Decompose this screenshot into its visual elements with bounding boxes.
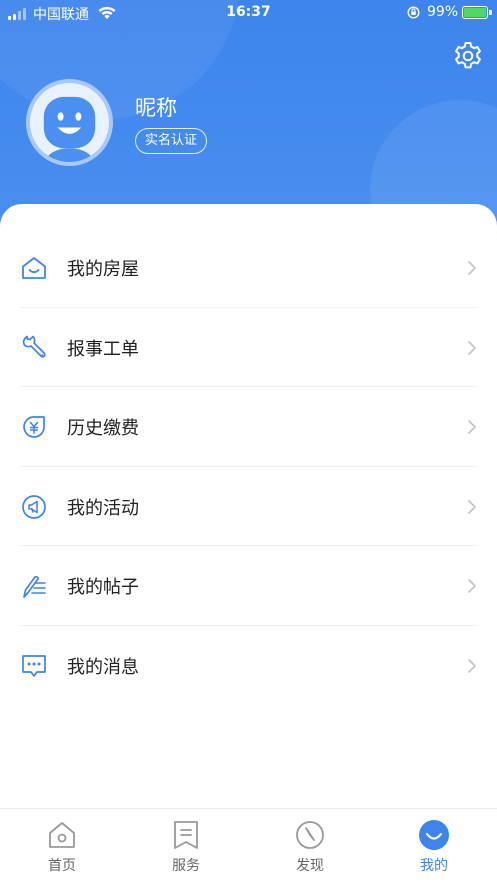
settings-gear-icon[interactable] (452, 40, 484, 72)
menu-label: 报事工单 (67, 338, 139, 360)
avatar[interactable] (26, 79, 113, 166)
message-icon (22, 654, 46, 677)
battery-percent: 99% (427, 4, 459, 20)
tab-mine[interactable]: 我的 (372, 809, 496, 883)
home-icon (49, 822, 75, 848)
menu-item-my-posts[interactable]: 我的帖子 (20, 546, 477, 626)
bottom-tab-bar: 首页 服务 发现 我的 (0, 808, 497, 883)
wrench-icon (22, 335, 46, 358)
nickname[interactable]: 昵称 (135, 92, 177, 122)
verify-identity-button[interactable]: 实名认证 (135, 128, 208, 154)
bookmark-icon (174, 821, 198, 849)
menu-item-work-orders[interactable]: 报事工单 (20, 308, 477, 387)
tab-label: 服务 (172, 858, 200, 874)
menu-label: 我的房屋 (67, 259, 139, 280)
pen-post-icon (23, 575, 46, 598)
status-bar: 中国联通 16:37 99% (0, 0, 497, 26)
tab-label: 我的 (420, 858, 448, 874)
menu-list: 我的房屋 报事工单 历史缴费 我的活动 我的帖子 我的消息 (0, 228, 497, 705)
menu-item-payment-history[interactable]: 历史缴费 (20, 387, 477, 467)
megaphone-icon (22, 494, 46, 519)
menu-card: 我的房屋 报事工单 历史缴费 我的活动 我的帖子 我的消息 (0, 204, 497, 814)
menu-label: 我的消息 (67, 656, 139, 678)
tab-label: 发现 (296, 858, 324, 874)
tab-discover[interactable]: 发现 (248, 809, 372, 883)
yen-payment-icon (23, 416, 45, 438)
clock: 16:37 (226, 4, 271, 20)
menu-label: 我的帖子 (67, 577, 139, 598)
chevron-right-icon (468, 340, 476, 355)
tab-home[interactable]: 首页 (0, 809, 124, 883)
menu-label: 历史缴费 (67, 418, 139, 439)
chevron-right-icon (468, 261, 476, 275)
menu-label: 我的活动 (67, 497, 139, 519)
chevron-right-icon (468, 420, 476, 434)
house-icon (22, 257, 46, 279)
battery-icon (462, 6, 492, 19)
menu-item-my-activities[interactable]: 我的活动 (20, 467, 477, 546)
smiley-avatar-icon (43, 96, 96, 162)
tab-label: 首页 (48, 858, 76, 874)
tab-services[interactable]: 服务 (124, 809, 248, 883)
compass-icon (296, 821, 324, 849)
chevron-right-icon (468, 579, 476, 593)
chevron-right-icon (468, 658, 476, 673)
smile-icon (419, 820, 449, 850)
menu-item-my-house[interactable]: 我的房屋 (20, 228, 477, 308)
menu-item-my-messages[interactable]: 我的消息 (20, 626, 477, 706)
orientation-lock-icon (407, 6, 420, 19)
chevron-right-icon (468, 499, 476, 514)
